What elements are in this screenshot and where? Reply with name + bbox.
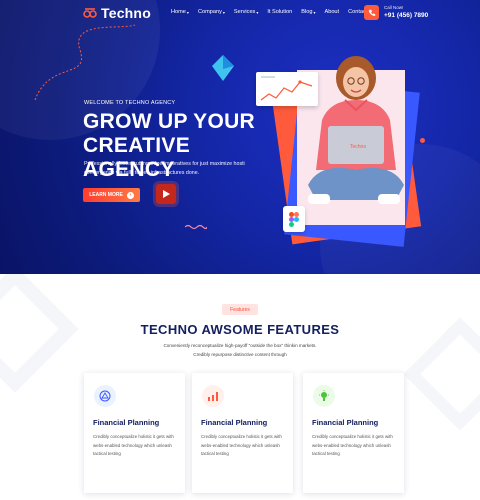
brand-logo[interactable]: Techno [83, 5, 151, 21]
nav-item-home[interactable]: Home ▾ [171, 9, 189, 15]
chevron-down-icon: ▾ [313, 9, 316, 15]
section-title: TECHNO AWSOME FEATURES [140, 322, 340, 337]
dashed-path-decoration [34, 24, 136, 101]
nav-item-about[interactable]: About [324, 9, 339, 15]
feature-title: Financial Planning [93, 418, 160, 427]
hero-eyebrow: WELCOME TO TECHNO AGENCY [84, 100, 176, 106]
chevron-down-icon: ▾ [186, 9, 189, 15]
nav-label: It Solution [267, 9, 293, 15]
feature-description: Credibly conceptualize holistic it gets … [93, 434, 174, 456]
feature-title: Financial Planning [201, 418, 268, 427]
figma-icon [283, 206, 305, 232]
feature-card[interactable]: Financial Planning Credibly conceptualiz… [303, 373, 404, 493]
feature-title: Financial Planning [312, 418, 379, 427]
dot-decoration [420, 138, 425, 143]
nav-label: Home [171, 9, 186, 15]
laptop-brand: Techno [350, 144, 366, 150]
line-chart-icon [260, 76, 313, 101]
wave-decoration [185, 224, 207, 230]
section-tag: Features [222, 304, 258, 315]
analytics-card [256, 72, 318, 106]
button-label: LEARN MORE [89, 192, 123, 198]
nav-item-services[interactable]: Services ▾ [234, 9, 258, 15]
top-navbar: Techno Home ▾ Company ▾ Services ▾ It Solut… [0, 0, 480, 26]
nav-label: About [324, 9, 340, 15]
planning-icon [94, 385, 116, 407]
lightbulb-icon [313, 385, 335, 407]
call-label: Call Now! [384, 5, 404, 10]
chevron-down-icon: ▾ [222, 9, 225, 15]
hero-lead-text: Professionally foster cutting-edge imper… [84, 161, 245, 176]
learn-more-button[interactable]: LEARN MORE › [83, 188, 140, 202]
logo-icon [83, 8, 97, 18]
arrow-right-icon: › [126, 191, 134, 199]
nav-label: Company [197, 9, 222, 15]
section-description: Conveniently reconceptualize high-payoff… [163, 343, 317, 357]
hero-section: Techno Home ▾ Company ▾ Services ▾ It Solut… [0, 0, 480, 274]
nav-label: Services [233, 9, 256, 15]
chevron-down-icon: ▾ [256, 9, 259, 15]
feature-card[interactable]: Financial Planning Credibly conceptualiz… [192, 373, 293, 493]
phone-icon[interactable] [364, 5, 379, 20]
nav-item-it-solution[interactable]: It Solution [267, 9, 292, 15]
feature-description: Credibly conceptualize holistic it gets … [312, 434, 393, 456]
brand-name: Techno [101, 5, 151, 21]
chart-icon [202, 385, 224, 407]
play-video-button[interactable] [156, 184, 176, 204]
feature-description: Credibly conceptualize holistic it gets … [201, 434, 282, 456]
nav-item-company[interactable]: Company ▾ [198, 9, 225, 15]
call-number: +91 (456) 7890 [384, 12, 429, 19]
feature-card[interactable]: Financial Planning Credibly conceptualiz… [84, 373, 185, 493]
features-section: Features TECHNO AWSOME FEATURES Convenie… [0, 274, 480, 500]
nav-label: Blog [301, 9, 313, 15]
call-info[interactable]: Call Now! +91 (456) 7890 [384, 5, 428, 19]
main-menu: Home ▾ Company ▾ Services ▾ It Solution Blo… [171, 9, 376, 15]
headline-line: GROW UP YOUR [83, 110, 256, 133]
diamond-decoration-icon [212, 55, 234, 81]
play-icon [163, 190, 170, 198]
nav-item-blog[interactable]: Blog ▾ [301, 9, 315, 15]
